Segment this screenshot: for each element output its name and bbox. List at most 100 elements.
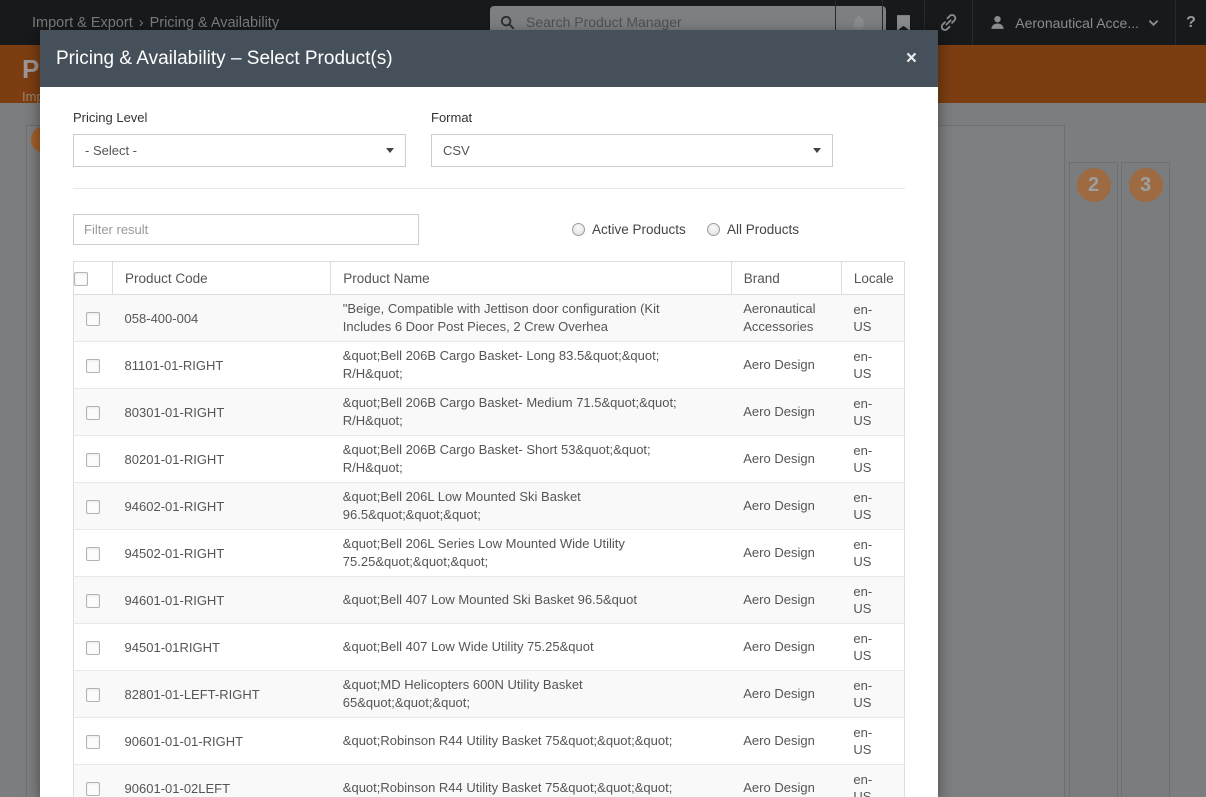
row-checkbox[interactable] xyxy=(86,311,101,326)
close-icon[interactable]: × xyxy=(906,49,917,68)
product-name-cell: &quot;Robinson R44 Utility Basket 75&quo… xyxy=(330,717,732,765)
radio-icon xyxy=(572,223,585,236)
product-name-cell: &quot;Robinson R44 Utility Basket 75&quo… xyxy=(330,764,732,797)
locale-cell: en-US xyxy=(841,435,905,483)
product-code-cell: 90601-01-02LEFT xyxy=(112,764,331,797)
section-divider xyxy=(73,188,905,189)
product-code-cell: 80301-01-RIGHT xyxy=(112,388,331,436)
chevron-down-icon xyxy=(1148,19,1159,26)
table-header-row: Product Code Product Name Brand Locale xyxy=(72,261,906,295)
brand-cell: Aero Design xyxy=(731,529,842,577)
row-checkbox[interactable] xyxy=(86,499,101,514)
column-header-product-name: Product Name xyxy=(330,261,732,295)
product-name-cell: &quot;Bell 206L Series Low Mounted Wide … xyxy=(330,529,732,577)
wizard-step2-panel[interactable]: 2 xyxy=(1069,162,1118,797)
locale-cell: en-US xyxy=(841,529,905,577)
table-row: 80201-01-RIGHT &quot;Bell 206B Cargo Bask… xyxy=(73,435,905,483)
locale-cell: en-US xyxy=(841,388,905,436)
bell-icon xyxy=(853,15,866,30)
select-all-checkbox[interactable] xyxy=(74,271,88,286)
row-checkbox[interactable] xyxy=(86,687,101,702)
product-name-cell: &quot;Bell 407 Low Wide Utility 75.25&qu… xyxy=(330,623,732,671)
row-checkbox[interactable] xyxy=(86,734,101,749)
search-input[interactable] xyxy=(524,13,876,31)
locale-cell: en-US xyxy=(841,623,905,671)
row-checkbox[interactable] xyxy=(86,452,101,467)
help-icon: ? xyxy=(1186,13,1196,31)
wizard-step3-panel[interactable]: 3 xyxy=(1121,162,1170,797)
table-row: 80301-01-RIGHT &quot;Bell 206B Cargo Bask… xyxy=(73,388,905,436)
product-name-cell: &quot;Bell 206B Cargo Basket- Medium 71.… xyxy=(330,388,732,436)
brand-cell: Aero Design xyxy=(731,435,842,483)
product-code-cell: 058-400-004 xyxy=(112,294,331,342)
product-name-cell: &quot;Bell 206L Low Mounted Ski Basket 9… xyxy=(330,482,732,530)
dropdown-arrow-icon xyxy=(813,148,821,153)
modal-header: Pricing & Availability – Select Product(… xyxy=(40,30,938,87)
dropdown-arrow-icon xyxy=(386,148,394,153)
product-code-cell: 81101-01-RIGHT xyxy=(112,341,331,389)
column-header-brand: Brand xyxy=(730,261,842,295)
radio-all-products[interactable]: All Products xyxy=(707,222,799,237)
bookmark-icon xyxy=(897,14,911,31)
product-code-cell: 94502-01-RIGHT xyxy=(112,529,331,577)
locale-cell: en-US xyxy=(841,717,905,765)
breadcrumb-page: Pricing & Availability xyxy=(149,14,280,31)
locale-cell: en-US xyxy=(841,764,905,797)
modal-body: Pricing Level - Select - Format CSV Filt… xyxy=(40,87,938,797)
radio-active-products[interactable]: Active Products xyxy=(572,222,686,237)
format-label: Format xyxy=(431,110,473,125)
locale-cell: en-US xyxy=(841,294,905,342)
table-row: 94501-01RIGHT &quot;Bell 407 Low Wide Uti… xyxy=(73,623,905,671)
user-menu[interactable]: Aeronautical Acce... xyxy=(972,0,1175,45)
product-code-cell: 82801-01-LEFT-RIGHT xyxy=(112,670,331,718)
table-row: 82801-01-LEFT-RIGHT &quot;MD Helicopters … xyxy=(73,670,905,718)
row-checkbox[interactable] xyxy=(86,546,101,561)
user-icon xyxy=(991,15,1004,29)
table-row: 058-400-004 "Beige, Compatible with Jetti… xyxy=(73,294,905,342)
format-value: CSV xyxy=(443,143,470,158)
row-checkbox[interactable] xyxy=(86,405,101,420)
modal-title: Pricing & Availability – Select Product(… xyxy=(56,47,393,69)
step2-badge: 2 xyxy=(1076,168,1111,202)
table-row: 94601-01-RIGHT &quot;Bell 407 Low Mounted… xyxy=(73,576,905,624)
row-checkbox[interactable] xyxy=(86,358,101,373)
locale-cell: en-US xyxy=(841,670,905,718)
brand-cell: Aero Design xyxy=(731,623,842,671)
brand-cell: Aero Design xyxy=(731,670,842,718)
pricing-level-value: - Select - xyxy=(85,143,138,158)
row-checkbox[interactable] xyxy=(86,781,101,796)
brand-cell: Aero Design xyxy=(731,341,842,389)
table-row: 94602-01-RIGHT &quot;Bell 206L Low Mounte… xyxy=(73,482,905,530)
products-table: Product Code Product Name Brand Locale 0… xyxy=(72,261,906,797)
row-checkbox[interactable] xyxy=(86,593,101,608)
search-icon xyxy=(500,15,515,29)
product-code-cell: 94601-01-RIGHT xyxy=(112,576,331,624)
select-products-modal: Pricing & Availability – Select Product(… xyxy=(40,30,938,797)
product-name-cell: &quot;Bell 407 Low Mounted Ski Basket 96… xyxy=(330,576,732,624)
screen: Import & Export › Pricing & Availability xyxy=(0,0,1206,797)
locale-cell: en-US xyxy=(841,482,905,530)
locale-cell: en-US xyxy=(841,576,905,624)
link-icon xyxy=(941,14,957,31)
product-name-cell: &quot;MD Helicopters 600N Utility Basket… xyxy=(330,670,732,718)
table-row: 90601-01-02LEFT &quot;Robinson R44 Utilit… xyxy=(73,764,905,797)
table-row: 90601-01-01-RIGHT &quot;Robinson R44 Util… xyxy=(73,717,905,765)
product-code-cell: 94501-01RIGHT xyxy=(112,623,331,671)
row-checkbox[interactable] xyxy=(86,640,101,655)
filter-input[interactable] xyxy=(73,214,419,245)
pricing-level-label: Pricing Level xyxy=(73,110,148,125)
format-select[interactable]: CSV xyxy=(431,134,833,167)
product-code-cell: 90601-01-01-RIGHT xyxy=(112,717,331,765)
breadcrumb-section[interactable]: Import & Export xyxy=(32,15,133,31)
column-header-product-code: Product Code xyxy=(112,261,332,295)
brand-cell: Aero Design xyxy=(731,576,842,624)
brand-cell: Aero Design xyxy=(731,717,842,765)
table-row: 81101-01-RIGHT &quot;Bell 206B Cargo Bask… xyxy=(73,341,905,389)
brand-cell: Aero Design xyxy=(731,388,842,436)
help-button[interactable]: ? xyxy=(1175,0,1206,45)
step3-badge: 3 xyxy=(1128,168,1163,202)
product-name-cell: &quot;Bell 206B Cargo Basket- Short 53&q… xyxy=(330,435,732,483)
column-header-locale: Locale xyxy=(840,261,906,295)
user-menu-label: Aeronautical Acce... xyxy=(1015,14,1139,31)
pricing-level-select[interactable]: - Select - xyxy=(73,134,406,167)
